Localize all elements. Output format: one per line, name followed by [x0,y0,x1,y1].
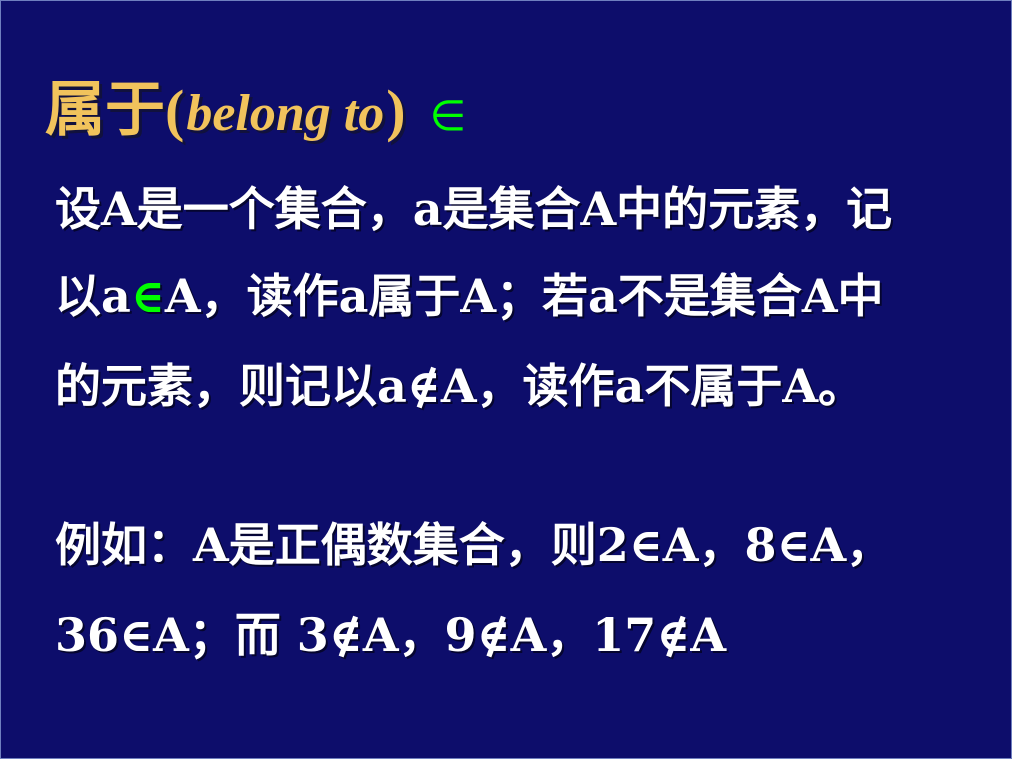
slide: 属于 ( belong to ) ∈ 设A是一个集合，a是集合A中的元素，记 以… [0,0,1012,759]
definition-line-1: 设A是一个集合，a是集合A中的元素，记 [55,182,893,236]
title-close-paren: ) [386,78,406,143]
belongs-symbol-inline: ∈ [130,269,165,323]
belongs-symbol: ∈ [429,91,467,140]
definition-line-2-end: A，读作a属于A；若a不是集合A中 [164,269,884,323]
example-line-1: 例如：A是正偶数集合，则2∈A，8∈A， [55,518,893,572]
definition-line-2-start: 以a [55,269,131,323]
slide-title: 属于 ( belong to ) ∈ [45,61,467,145]
title-open-paren: ( [165,78,185,143]
definition-line-3: 的元素，则记以a∉A，读作a不属于A。 [55,359,865,413]
example-line-2: 36∈A；而 3∉A，9∉A，17∉A [55,608,727,662]
definition-line-2: 以a∈A，读作a属于A；若a不是集合A中 [55,268,995,324]
title-chinese: 属于 [45,75,165,145]
title-english: belong to [186,85,385,142]
